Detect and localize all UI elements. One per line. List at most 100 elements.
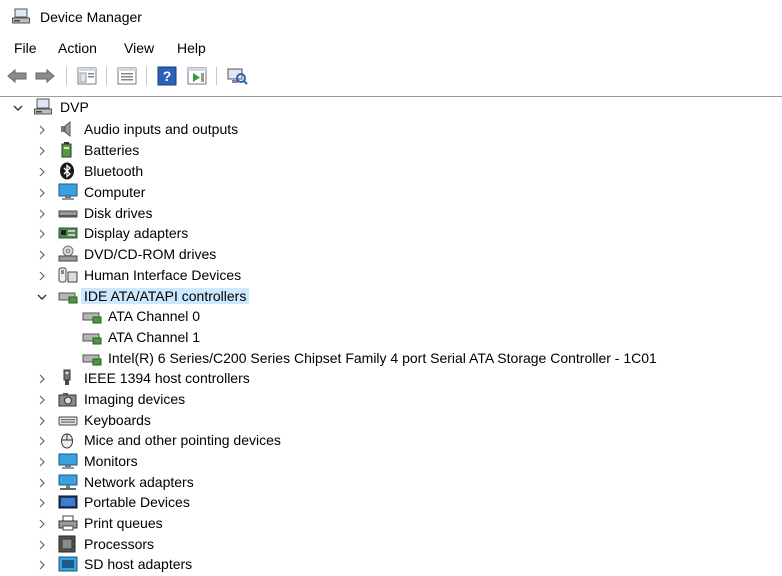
tree-item-audio[interactable]: Audio inputs and outputs (0, 119, 782, 139)
tree-item-label: SD host adapters (84, 556, 193, 572)
chevron-right-icon[interactable] (36, 558, 48, 570)
show-hide-tree-icon[interactable] (76, 65, 98, 87)
chevron-right-icon[interactable] (36, 538, 48, 550)
chevron-down-icon[interactable] (36, 290, 48, 302)
chevron-right-icon[interactable] (36, 476, 48, 488)
disk-drive-icon (58, 204, 78, 222)
tree-root[interactable]: DVP (0, 97, 782, 117)
sd-adapter-icon (58, 555, 78, 573)
tree-item-label: Network adapters (84, 474, 194, 490)
ide-controller-icon (82, 328, 102, 346)
speaker-icon (58, 120, 76, 138)
tree-item-sd-adapters[interactable]: SD host adapters (0, 554, 782, 574)
forward-arrow-icon[interactable] (34, 65, 56, 87)
tree-item-label: Keyboards (84, 412, 151, 428)
chevron-right-icon[interactable] (36, 248, 48, 260)
chevron-right-icon[interactable] (36, 123, 48, 135)
battery-icon (58, 141, 76, 159)
menu-help[interactable]: Help (177, 40, 206, 56)
tree-item-label: Audio inputs and outputs (84, 121, 239, 137)
tree-item-label: IEEE 1394 host controllers (84, 370, 250, 386)
tree-item-label: DVD/CD-ROM drives (84, 246, 217, 262)
tree-item-label: Imaging devices (84, 391, 186, 407)
back-arrow-icon[interactable] (6, 65, 28, 87)
tree-item-batteries[interactable]: Batteries (0, 140, 782, 160)
tree-item-label: Mice and other pointing devices (84, 432, 281, 448)
device-tree: DVP Audio inputs and outputs Batteries B… (0, 96, 782, 573)
network-adapter-icon (58, 473, 78, 491)
menu-bar: File Action View Help (0, 36, 782, 60)
tree-item-portable[interactable]: Portable Devices (0, 492, 782, 512)
chevron-right-icon[interactable] (36, 269, 48, 281)
chevron-right-icon[interactable] (36, 414, 48, 426)
tree-item-processors[interactable]: Processors (0, 534, 782, 554)
display-adapter-icon (58, 224, 78, 242)
tree-item-label: Computer (84, 184, 146, 200)
tree-item-mice[interactable]: Mice and other pointing devices (0, 430, 782, 450)
run-icon[interactable] (186, 65, 208, 87)
dvd-drive-icon (58, 245, 78, 263)
tree-item-keyboards[interactable]: Keyboards (0, 410, 782, 430)
chevron-right-icon[interactable] (36, 144, 48, 156)
tree-item-label: Bluetooth (84, 163, 144, 179)
svg-text:?: ? (163, 68, 172, 84)
tree-item-print-queues[interactable]: Print queues (0, 513, 782, 533)
tree-child-intel-sata-controller[interactable]: Intel(R) 6 Series/C200 Series Chipset Fa… (0, 348, 782, 368)
window-title: Device Manager (40, 9, 142, 25)
toolbar-separator (66, 67, 67, 85)
tree-item-ieee1394[interactable]: IEEE 1394 host controllers (0, 368, 782, 388)
tree-child-ata-channel-1[interactable]: ATA Channel 1 (0, 327, 782, 347)
keyboard-icon (58, 411, 78, 429)
tree-item-label: Intel(R) 6 Series/C200 Series Chipset Fa… (108, 350, 657, 366)
tree-item-label: Monitors (84, 453, 138, 469)
title-bar: Device Manager (0, 0, 782, 34)
tree-item-bluetooth[interactable]: Bluetooth (0, 161, 782, 181)
computer-root-icon (34, 98, 52, 116)
chevron-right-icon[interactable] (36, 393, 48, 405)
tree-item-ide-controllers[interactable]: IDE ATA/ATAPI controllers (0, 286, 782, 306)
tree-item-hid[interactable]: Human Interface Devices (0, 265, 782, 285)
portable-device-icon (58, 493, 78, 511)
properties-icon[interactable] (116, 65, 138, 87)
chevron-right-icon[interactable] (36, 165, 48, 177)
tree-item-label: Processors (84, 536, 155, 552)
tree-item-label: Print queues (84, 515, 163, 531)
chevron-down-icon[interactable] (12, 101, 24, 113)
tree-item-disk-drives[interactable]: Disk drives (0, 203, 782, 223)
chevron-right-icon[interactable] (36, 496, 48, 508)
tree-item-dvd-drives[interactable]: DVD/CD-ROM drives (0, 244, 782, 264)
ide-controller-icon (58, 287, 78, 305)
chevron-right-icon[interactable] (36, 372, 48, 384)
tree-item-network[interactable]: Network adapters (0, 472, 782, 492)
chevron-right-icon[interactable] (36, 517, 48, 529)
device-manager-icon (12, 8, 30, 24)
tree-item-label: ATA Channel 0 (108, 308, 201, 324)
tree-item-computer[interactable]: Computer (0, 182, 782, 202)
chevron-right-icon[interactable] (36, 207, 48, 219)
chevron-right-icon[interactable] (36, 186, 48, 198)
tree-item-imaging[interactable]: Imaging devices (0, 389, 782, 409)
tree-item-monitors[interactable]: Monitors (0, 451, 782, 471)
help-icon[interactable]: ? (156, 65, 178, 87)
ide-controller-icon (82, 349, 102, 367)
toolbar-separator (216, 67, 217, 85)
toolbar-separator (146, 67, 147, 85)
monitor-icon (58, 183, 78, 201)
menu-action[interactable]: Action (58, 40, 97, 56)
tree-item-label: Portable Devices (84, 494, 190, 510)
tree-item-label: Disk drives (84, 205, 153, 221)
bluetooth-icon (58, 162, 76, 180)
chevron-right-icon[interactable] (36, 227, 48, 239)
tree-item-label: Batteries (84, 142, 140, 158)
tree-child-ata-channel-0[interactable]: ATA Channel 0 (0, 306, 782, 326)
chevron-right-icon[interactable] (36, 455, 48, 467)
tree-item-label: Display adapters (84, 225, 189, 241)
tree-item-display-adapters[interactable]: Display adapters (0, 223, 782, 243)
menu-file[interactable]: File (14, 40, 37, 56)
menu-view[interactable]: View (124, 40, 154, 56)
chevron-right-icon[interactable] (36, 434, 48, 446)
tree-root-label: DVP (60, 99, 89, 115)
scan-hardware-icon[interactable] (226, 65, 248, 87)
tree-item-label-selected: IDE ATA/ATAPI controllers (81, 288, 250, 304)
toolbar-separator (106, 67, 107, 85)
